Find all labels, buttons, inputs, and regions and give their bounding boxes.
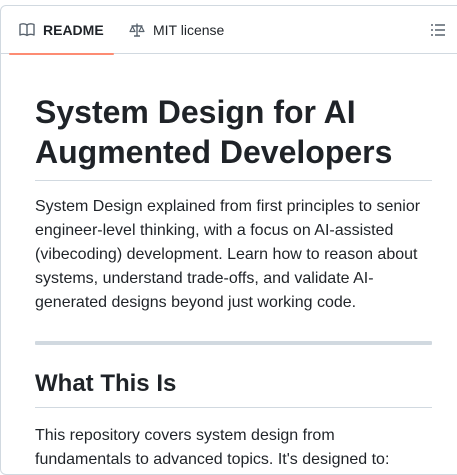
section-divider [35, 341, 432, 345]
outline-button[interactable] [430, 22, 446, 38]
readme-title: System Design for AI Augmented Developer… [35, 92, 432, 181]
readme-intro: System Design explained from first princ… [35, 198, 421, 311]
tab-license[interactable]: MIT license [119, 6, 234, 54]
tab-license-label: MIT license [153, 22, 225, 38]
tab-readme[interactable]: README [9, 6, 114, 55]
tab-readme-label: README [43, 22, 104, 38]
section-heading: What This Is [35, 369, 432, 408]
section-paragraph: This repository covers system design fro… [35, 427, 390, 468]
list-unordered-icon [430, 22, 446, 38]
book-icon [19, 22, 35, 38]
readme-article: System Design for AI Augmented Developer… [35, 54, 432, 472]
readme-panel: README MIT license System Design for AI … [0, 5, 457, 475]
readme-tabbar: README MIT license [1, 6, 457, 55]
law-scale-icon [129, 22, 145, 38]
